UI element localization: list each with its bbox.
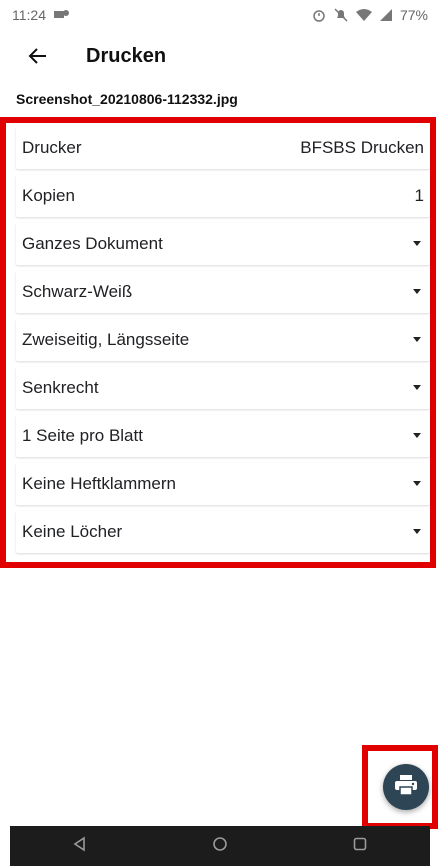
dropdown-caret-icon — [410, 477, 424, 491]
dropdown-caret-icon — [410, 333, 424, 347]
battery-text: 77% — [399, 7, 428, 23]
pages-per-sheet-dropdown[interactable]: 1 Seite pro Blatt — [16, 415, 430, 457]
dropdown-caret-icon — [410, 381, 424, 395]
page-range-label: Ganzes Dokument — [22, 234, 163, 253]
orientation-dropdown[interactable]: Senkrecht — [16, 367, 430, 409]
dropdown-caret-icon — [410, 429, 424, 443]
app-bar: Drucken — [10, 30, 436, 82]
alarm-icon — [312, 8, 326, 22]
orientation-label: Senkrecht — [22, 378, 99, 397]
mute-icon — [334, 8, 348, 22]
printer-icon — [395, 774, 417, 800]
dropdown-caret-icon — [410, 237, 424, 251]
copies-row[interactable]: Kopien 1 — [16, 175, 430, 217]
back-nav-icon[interactable] — [72, 836, 88, 857]
dropdown-caret-icon — [410, 525, 424, 539]
page-title: Drucken — [86, 44, 167, 67]
notification-icon — [54, 9, 70, 21]
color-mode-label: Schwarz-Weiß — [22, 282, 133, 301]
dropdown-caret-icon — [410, 285, 424, 299]
status-time: 11:24 — [12, 7, 46, 23]
pages-per-sheet-label: 1 Seite pro Blatt — [22, 426, 143, 445]
punch-dropdown[interactable]: Keine Löcher — [16, 511, 430, 553]
printer-row[interactable]: Drucker BFSBS Drucken — [16, 127, 430, 169]
copies-label: Kopien — [22, 186, 75, 205]
wifi-icon — [355, 9, 372, 21]
duplex-dropdown[interactable]: Zweiseitig, Längsseite — [16, 319, 430, 361]
status-bar: 11:24 77% — [10, 0, 436, 30]
recents-nav-icon[interactable] — [352, 836, 368, 857]
staple-dropdown[interactable]: Keine Heftklammern — [16, 463, 430, 505]
copies-value[interactable]: 1 — [415, 186, 424, 206]
print-fab-button[interactable] — [383, 764, 429, 810]
printer-label: Drucker — [22, 138, 82, 157]
print-settings-list: Drucker BFSBS Drucken Kopien 1 Ganzes Do… — [16, 127, 430, 559]
system-nav-bar — [10, 826, 430, 866]
signal-icon — [379, 9, 392, 21]
page-range-dropdown[interactable]: Ganzes Dokument — [16, 223, 430, 265]
printer-value: BFSBS Drucken — [300, 138, 424, 157]
duplex-label: Zweiseitig, Längsseite — [22, 330, 190, 349]
color-mode-dropdown[interactable]: Schwarz-Weiß — [16, 271, 430, 313]
punch-label: Keine Löcher — [22, 522, 123, 541]
back-arrow-icon[interactable] — [26, 44, 50, 68]
home-nav-icon[interactable] — [212, 836, 228, 857]
staple-label: Keine Heftklammern — [22, 474, 177, 493]
file-name: Screenshot_20210806-112332.jpg — [16, 91, 238, 107]
